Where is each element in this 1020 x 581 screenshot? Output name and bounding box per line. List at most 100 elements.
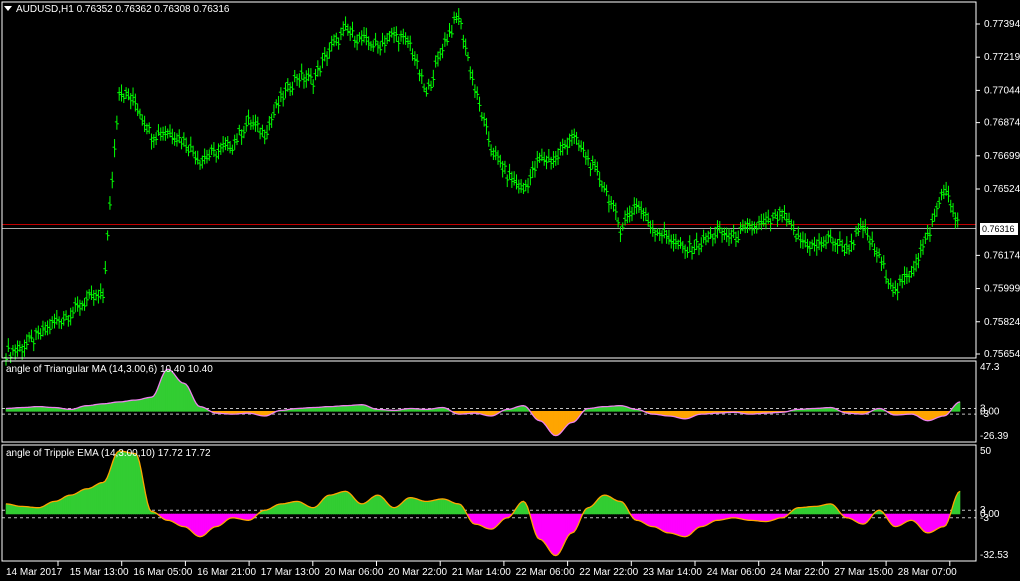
- ind2-histogram: [858, 513, 862, 525]
- ind2-histogram: [131, 452, 134, 515]
- ind2-histogram: [480, 513, 484, 528]
- ind1-histogram: [171, 370, 175, 412]
- ind2-histogram: [646, 513, 650, 527]
- ind2-histogram: [276, 503, 280, 515]
- ind2-histogram: [957, 490, 961, 515]
- ind2-histogram: [298, 501, 302, 515]
- ind2-histogram: [800, 507, 803, 515]
- ind1-histogram: [349, 405, 352, 412]
- ind2-histogram: [50, 501, 53, 515]
- ind2-histogram: [187, 513, 191, 531]
- ind2-histogram: [450, 500, 453, 515]
- chart-canvas[interactable]: 0.77394 0.77219 0.77044 0.76874 0.76699 0.765…: [0, 0, 1020, 581]
- ind2-histogram: [557, 513, 561, 556]
- ind2-histogram: [405, 497, 409, 515]
- ind2-histogram: [933, 513, 937, 532]
- ind1-scale-label: -26.39: [980, 431, 1009, 442]
- main-price-panel[interactable]: [2, 8, 976, 366]
- ind2-histogram: [458, 503, 462, 515]
- ind1-histogram: [126, 400, 130, 412]
- tripple-ema-angle-panel[interactable]: [2, 450, 976, 557]
- ind1-histogram: [114, 401, 118, 412]
- ind2-histogram: [694, 513, 698, 531]
- ind1-histogram: [92, 404, 96, 412]
- ind1-histogram: [149, 396, 152, 412]
- ind2-histogram: [193, 513, 197, 536]
- ind2-histogram: [181, 513, 185, 527]
- ind2-histogram: [618, 500, 621, 515]
- ind1-histogram: [84, 405, 88, 412]
- ind2-histogram: [213, 513, 217, 528]
- ind2-histogram: [343, 491, 346, 515]
- ind2-histogram: [418, 499, 421, 515]
- ind2-histogram: [371, 495, 375, 515]
- ind2-histogram: [430, 500, 433, 515]
- ind2-histogram: [828, 503, 831, 515]
- ind1-histogram: [521, 405, 524, 412]
- ind2-histogram: [361, 503, 365, 515]
- ind2-histogram: [94, 483, 98, 515]
- ind2-histogram: [446, 499, 449, 515]
- ind1-histogram: [143, 397, 146, 412]
- ind2-histogram: [126, 451, 130, 515]
- ind2-histogram: [434, 499, 437, 515]
- time-tick-label: 20 Mar 06:00: [325, 567, 384, 578]
- ind2-histogram: [553, 513, 557, 556]
- ind2-histogram: [114, 451, 118, 515]
- ind2-histogram: [5, 503, 9, 515]
- ind1-histogram: [551, 410, 555, 436]
- ind2-histogram: [909, 513, 912, 521]
- ind2-histogram: [680, 513, 684, 537]
- ind1-histogram: [151, 395, 154, 412]
- ind2-histogram: [674, 513, 678, 536]
- ind2-histogram: [52, 501, 55, 515]
- ind2-histogram: [122, 451, 126, 515]
- ind2-histogram: [86, 488, 90, 515]
- ind1-histogram: [90, 404, 94, 412]
- ind2-histogram: [806, 506, 809, 515]
- ind1-histogram: [94, 404, 98, 412]
- ind2-histogram: [812, 506, 815, 515]
- ind2-histogram: [931, 513, 935, 533]
- ind2-histogram: [177, 513, 181, 527]
- ind2-histogram: [209, 513, 213, 531]
- ind2-histogram: [860, 513, 864, 525]
- ind1-histogram: [347, 405, 350, 412]
- ind2-histogram: [895, 513, 898, 527]
- ind2-histogram: [377, 494, 381, 515]
- ind2-histogram: [280, 503, 284, 515]
- triangular-ma-angle-panel[interactable]: [2, 368, 976, 437]
- ind2-histogram: [658, 513, 662, 531]
- ind2-histogram: [456, 503, 460, 515]
- ind2-histogram: [203, 513, 207, 536]
- ind2-histogram: [899, 513, 902, 527]
- price-tick-label: 0.76524: [984, 184, 1020, 195]
- ind2-histogram: [341, 491, 344, 515]
- ind2-histogram: [751, 513, 755, 521]
- ind2-histogram: [605, 494, 609, 515]
- chart-menu-triangle-icon[interactable]: [4, 6, 12, 11]
- ind2-histogram: [937, 513, 941, 530]
- ind2-histogram: [767, 513, 771, 522]
- ind2-histogram: [757, 513, 761, 522]
- ind2-histogram: [448, 499, 451, 515]
- ind2-histogram: [349, 492, 352, 515]
- ind2-histogram: [416, 498, 419, 515]
- ind2-histogram: [284, 502, 288, 515]
- ind2-histogram: [167, 513, 171, 521]
- ind2-histogram: [941, 513, 945, 528]
- ind2-histogram: [543, 513, 546, 546]
- ind2-histogram: [705, 513, 708, 527]
- ind1-histogram: [98, 403, 102, 412]
- ind2-histogram: [925, 513, 928, 534]
- ind2-histogram: [217, 513, 221, 527]
- ind1-histogram: [122, 400, 126, 412]
- ind2-histogram: [7, 503, 11, 515]
- ind2-histogram: [335, 492, 338, 515]
- ind2-histogram: [559, 513, 563, 553]
- ind2-histogram: [486, 513, 490, 530]
- ind1-histogram: [361, 404, 365, 412]
- ind1-histogram: [183, 382, 187, 412]
- price-tick-label: 0.76699: [984, 151, 1020, 162]
- ind2-histogram: [36, 507, 39, 515]
